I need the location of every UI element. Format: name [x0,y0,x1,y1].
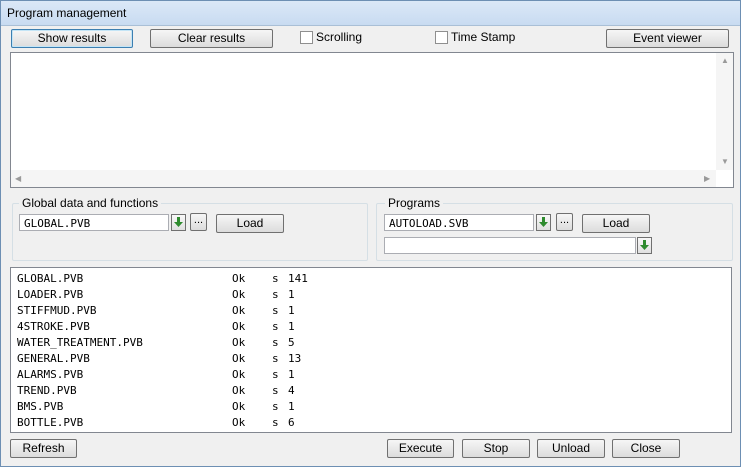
scroll-up-icon[interactable]: ▲ [721,56,729,65]
result-status: Ok [232,416,246,429]
result-unit: s [272,368,279,381]
result-status: Ok [232,304,246,317]
green-down-arrow-icon[interactable] [637,237,652,254]
window-title: Program management [7,6,127,20]
show-results-button[interactable]: Show results [11,29,133,48]
horizontal-scrollbar[interactable]: ◀ ▶ [11,170,716,187]
result-status: Ok [232,288,246,301]
result-name: WATER_TREATMENT.PVB [17,336,143,349]
programs-second-field[interactable] [384,237,636,254]
result-name: BOTTLE.PVB [17,416,84,429]
execute-button[interactable]: Execute [387,439,454,458]
result-name: GLOBAL.PVB [17,272,84,285]
result-name: BMS.PVB [17,400,64,413]
unload-button[interactable]: Unload [537,439,605,458]
scrolling-checkbox[interactable] [300,31,313,44]
result-count: 13 [288,352,302,365]
result-unit: s [272,384,279,397]
close-button[interactable]: Close [612,439,680,458]
result-count: 6 [288,416,295,429]
scroll-down-icon[interactable]: ▼ [721,157,729,166]
result-status: Ok [232,368,246,381]
result-status: Ok [232,272,246,285]
timestamp-label: Time Stamp [451,30,516,44]
programs-load-button[interactable]: Load [582,214,650,233]
result-name: LOADER.PVB [17,288,84,301]
result-unit: s [272,400,279,413]
results-list[interactable]: GLOBAL.PVB Ok s 141 LOADER.PVB Ok s 1 STIFFMUD.P… [10,267,732,433]
result-count: 1 [288,288,295,301]
global-load-button[interactable]: Load [216,214,284,233]
result-name: STIFFMUD.PVB [17,304,97,317]
output-textarea[interactable]: ▲ ▼ ◀ ▶ [10,52,734,188]
stop-button[interactable]: Stop [462,439,530,458]
refresh-button[interactable]: Refresh [10,439,77,458]
result-count: 4 [288,384,295,397]
result-count: 141 [288,272,308,285]
result-unit: s [272,320,279,333]
global-data-group-label: Global data and functions [19,196,162,210]
global-data-group [12,203,368,261]
clear-results-button[interactable]: Clear results [150,29,273,48]
programs-browse-button[interactable]: ... [556,213,573,231]
result-unit: s [272,288,279,301]
result-status: Ok [232,320,246,333]
result-unit: s [272,416,279,429]
global-file-field[interactable]: GLOBAL.PVB [19,214,169,231]
green-down-arrow-icon[interactable] [171,214,186,231]
event-viewer-button[interactable]: Event viewer [606,29,729,48]
result-unit: s [272,272,279,285]
result-status: Ok [232,352,246,365]
result-count: 1 [288,304,295,317]
result-unit: s [272,304,279,317]
timestamp-checkbox[interactable] [435,31,448,44]
scrolling-label: Scrolling [316,30,363,44]
result-name: GENERAL.PVB [17,352,90,365]
result-status: Ok [232,384,246,397]
scroll-right-icon[interactable]: ▶ [704,174,710,183]
vertical-scrollbar[interactable]: ▲ ▼ [716,53,733,170]
result-status: Ok [232,400,246,413]
result-count: 1 [288,368,295,381]
programs-file-field[interactable]: AUTOLOAD.SVB [384,214,534,231]
result-name: TREND.PVB [17,384,77,397]
programs-group-label: Programs [385,196,444,210]
program-management-window: Program management Show results Clear re… [0,0,741,467]
scroll-left-icon[interactable]: ◀ [15,174,21,183]
result-unit: s [272,352,279,365]
result-count: 1 [288,320,295,333]
result-count: 5 [288,336,295,349]
result-count: 1 [288,400,295,413]
result-unit: s [272,336,279,349]
global-browse-button[interactable]: ... [190,213,207,231]
result-status: Ok [232,336,246,349]
green-down-arrow-icon[interactable] [536,214,551,231]
title-bar[interactable]: Program management [1,1,740,26]
result-name: 4STROKE.PVB [17,320,90,333]
result-name: ALARMS.PVB [17,368,84,381]
